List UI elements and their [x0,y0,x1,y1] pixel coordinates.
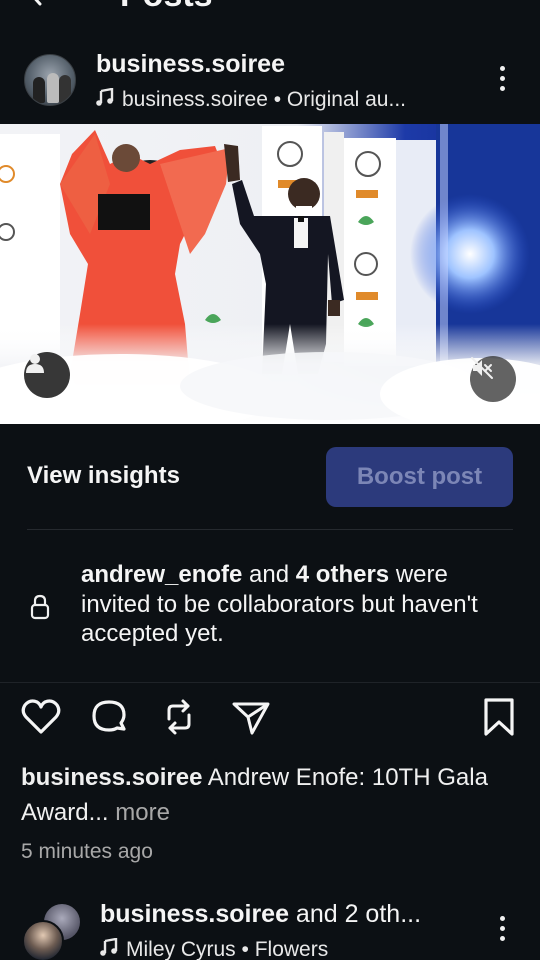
post-username[interactable]: business.soiree [96,50,285,79]
caption-more-link[interactable]: more [109,799,170,826]
music-note-icon [100,938,118,956]
music-note-icon [96,88,114,106]
more-options-icon[interactable] [494,66,510,96]
post-header: business.soiree business.soiree • Origin… [0,46,540,112]
page-title: Posts [120,0,213,12]
next-post-header: business.soiree and 2 oth... Miley Cyrus… [0,896,540,960]
insights-row: View insights Boost post [0,446,540,508]
collab-others[interactable]: 4 others [296,561,389,588]
avatar[interactable] [22,920,64,960]
instagram-post-screen: Posts business.soiree business.soiree • … [0,0,540,960]
post-photo [0,124,540,424]
boost-post-button[interactable]: Boost post [326,447,513,507]
bookmark-icon[interactable] [478,696,520,738]
mute-toggle-button[interactable] [470,356,516,402]
view-insights-link[interactable]: View insights [27,462,180,490]
next-post-username[interactable]: business.soiree and 2 oth... [100,900,421,929]
post-timestamp: 5 minutes ago [21,840,153,863]
repost-icon[interactable] [158,696,200,738]
collab-user[interactable]: andrew_enofe [81,561,242,588]
comment-icon[interactable] [88,696,130,738]
send-icon[interactable] [230,696,272,738]
post-actions [0,696,540,740]
tagged-people-button[interactable] [24,352,70,398]
heart-icon[interactable] [20,696,62,738]
caption-username[interactable]: business.soiree [21,764,202,791]
top-bar: Posts [0,0,540,18]
more-options-icon[interactable] [494,916,510,946]
divider [0,682,540,683]
collaborator-notice[interactable]: andrew_enofe and 4 others were invited t… [0,560,540,656]
audio-label: business.soiree • Original au... [122,88,406,111]
post-media[interactable] [0,124,540,424]
avatar[interactable] [24,54,76,106]
audio-info[interactable]: business.soiree • Original au... [96,88,406,112]
person-icon [26,354,44,373]
post-caption: business.soiree Andrew Enofe: 10TH Gala … [21,760,521,830]
back-arrow-icon[interactable] [22,0,52,8]
speaker-muted-icon [471,357,493,379]
lock-icon [30,594,50,620]
collaborator-notice-text: andrew_enofe and 4 others were invited t… [81,561,478,647]
divider [27,529,513,530]
next-post-audio[interactable]: Miley Cyrus • Flowers [100,938,328,960]
